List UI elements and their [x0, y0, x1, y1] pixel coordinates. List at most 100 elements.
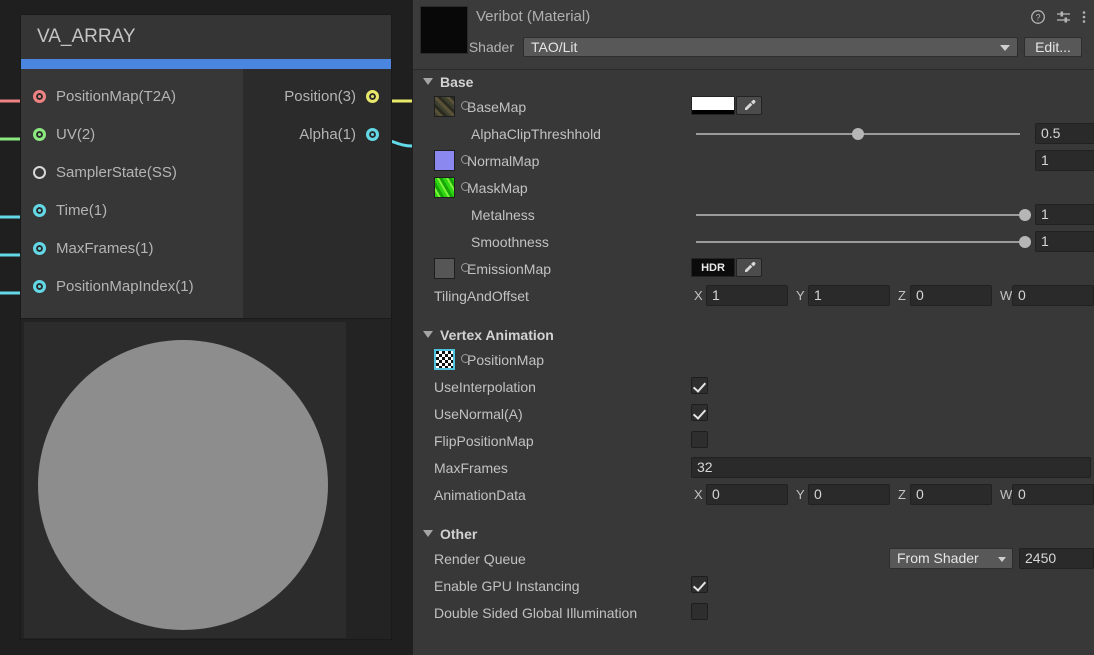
foldout-vertex-animation[interactable]: Vertex Animation: [413, 323, 1094, 346]
animationdata-controls: X 0 Y 0 Z 0 W 0: [691, 481, 1094, 508]
property-gpu-instancing: Enable GPU Instancing: [413, 572, 1094, 599]
maskmap-radio-icon[interactable]: [461, 182, 470, 191]
render-queue-controls: From Shader 2450: [691, 545, 1094, 572]
emission-hdr-swatch[interactable]: HDR: [691, 258, 735, 277]
preset-icon[interactable]: [1056, 10, 1071, 28]
port-dot-icon[interactable]: [33, 241, 46, 255]
animationdata-y-field[interactable]: 0: [808, 484, 890, 505]
render-queue-dropdown-value: From Shader: [897, 550, 979, 566]
double-sided-gi-checkbox[interactable]: [691, 603, 708, 620]
input-port-uv[interactable]: UV(2): [21, 115, 243, 153]
property-basemap: BaseMap: [413, 93, 1094, 120]
node-accent-bar: [21, 59, 391, 69]
basemap-thumbnail[interactable]: [434, 96, 455, 117]
normalmap-thumbnail[interactable]: [434, 150, 455, 171]
render-queue-value-field[interactable]: 2450: [1019, 548, 1094, 569]
emissionmap-thumbnail[interactable]: [434, 258, 455, 279]
eyedropper-icon[interactable]: [736, 96, 762, 115]
eyedropper-icon[interactable]: [736, 258, 762, 277]
tiling-x-field[interactable]: 1: [706, 285, 788, 306]
input-port-label: MaxFrames(1): [56, 239, 154, 257]
output-port-position[interactable]: Position(3): [243, 77, 391, 115]
tilingandoffset-label: TilingAndOffset: [434, 287, 529, 304]
port-dot-icon[interactable]: [366, 89, 379, 103]
chevron-down-icon: [423, 331, 433, 338]
shader-dropdown[interactable]: TAO/Lit: [523, 37, 1018, 57]
foldout-other-label: Other: [440, 525, 478, 542]
property-animationdata: AnimationData X 0 Y 0 Z 0 W 0: [413, 481, 1094, 508]
alphaclip-value-field[interactable]: 0.5: [1035, 123, 1094, 144]
normalmap-radio-icon[interactable]: [461, 155, 470, 164]
shader-graph-node[interactable]: VA_ARRAY PositionMap(T2A) UV(2) SamplerS…: [20, 14, 392, 320]
normalmap-scale-field[interactable]: 1: [1035, 150, 1094, 171]
preview-viewport[interactable]: [24, 322, 346, 638]
animationdata-x-field[interactable]: 0: [706, 484, 788, 505]
property-render-queue: Render Queue From Shader 2450: [413, 545, 1094, 572]
input-port-maxframes[interactable]: MaxFrames(1): [21, 229, 243, 267]
input-port-label: PositionMap(T2A): [56, 87, 177, 105]
overflow-menu-icon[interactable]: [1082, 10, 1086, 28]
material-title: Veribot (Material): [476, 8, 591, 25]
foldout-other[interactable]: Other: [413, 522, 1094, 545]
input-port-positionmap[interactable]: PositionMap(T2A): [21, 77, 243, 115]
positionmap-radio-icon[interactable]: [461, 354, 470, 363]
metalness-label: Metalness: [471, 206, 535, 223]
slider-handle[interactable]: [852, 128, 864, 140]
input-port-time[interactable]: Time(1): [21, 191, 243, 229]
tiling-w-field[interactable]: 0: [1012, 285, 1094, 306]
chevron-down-icon: [423, 530, 433, 537]
header-icon-group: ?: [1031, 10, 1086, 28]
useinterpolation-checkbox[interactable]: [691, 377, 708, 394]
input-port-label: SamplerState(SS): [56, 163, 177, 181]
maxframes-field[interactable]: 32: [691, 457, 1091, 478]
shader-edit-button[interactable]: Edit...: [1024, 37, 1082, 57]
property-tilingandoffset: TilingAndOffset X 1 Y 1 Z 0 W 0: [413, 282, 1094, 309]
help-icon[interactable]: ?: [1031, 10, 1045, 28]
metalness-slider[interactable]: [691, 201, 1031, 228]
emissionmap-radio-icon[interactable]: [461, 263, 470, 272]
usenormal-checkbox[interactable]: [691, 404, 708, 421]
port-dot-icon[interactable]: [33, 279, 46, 293]
output-port-alpha[interactable]: Alpha(1): [243, 115, 391, 153]
slider-track: [696, 214, 1020, 216]
chevron-down-icon: [423, 78, 433, 85]
flippositionmap-checkbox[interactable]: [691, 431, 708, 448]
render-queue-dropdown[interactable]: From Shader: [889, 548, 1013, 569]
property-alphaclipthreshhold: AlphaClipThreshhold 0.5: [413, 120, 1094, 147]
emissionmap-controls: HDR: [691, 255, 1091, 282]
slider-track: [696, 241, 1020, 243]
smoothness-slider[interactable]: [691, 228, 1031, 255]
tiling-y-field[interactable]: 1: [808, 285, 890, 306]
basemap-radio-icon[interactable]: [461, 101, 470, 110]
alphaclip-slider[interactable]: [691, 120, 1025, 147]
positionmap-thumbnail[interactable]: [434, 349, 455, 370]
animationdata-w-field[interactable]: 0: [1012, 484, 1094, 505]
node-preview-panel[interactable]: [20, 318, 392, 640]
metalness-value-field[interactable]: 1: [1035, 204, 1094, 225]
slider-handle[interactable]: [1019, 209, 1031, 221]
shader-graph-canvas[interactable]: VA_ARRAY PositionMap(T2A) UV(2) SamplerS…: [0, 0, 412, 655]
property-maskmap: MaskMap: [413, 174, 1094, 201]
shader-dropdown-value: TAO/Lit: [531, 39, 578, 55]
basemap-color-swatch[interactable]: [691, 96, 735, 115]
animationdata-z-field[interactable]: 0: [910, 484, 992, 505]
port-dot-icon[interactable]: [33, 165, 46, 179]
input-port-samplerstate[interactable]: SamplerState(SS): [21, 153, 243, 191]
maskmap-label: MaskMap: [467, 179, 528, 196]
property-metalness: Metalness 1: [413, 201, 1094, 228]
smoothness-value-field[interactable]: 1: [1035, 231, 1094, 252]
property-normalmap: NormalMap 1: [413, 147, 1094, 174]
foldout-base[interactable]: Base: [413, 70, 1094, 93]
gpu-instancing-checkbox[interactable]: [691, 576, 708, 593]
port-dot-icon[interactable]: [33, 89, 46, 103]
port-dot-icon[interactable]: [33, 127, 46, 141]
smoothness-label: Smoothness: [471, 233, 549, 250]
port-dot-icon[interactable]: [33, 203, 46, 217]
input-port-positionmapindex[interactable]: PositionMapIndex(1): [21, 267, 243, 305]
maskmap-thumbnail[interactable]: [434, 177, 455, 198]
port-dot-icon[interactable]: [366, 127, 379, 141]
slider-handle[interactable]: [1019, 236, 1031, 248]
axis-label-z: Z: [898, 288, 906, 303]
tiling-z-field[interactable]: 0: [910, 285, 992, 306]
shader-row: Shader TAO/Lit Edit...: [413, 34, 1094, 60]
